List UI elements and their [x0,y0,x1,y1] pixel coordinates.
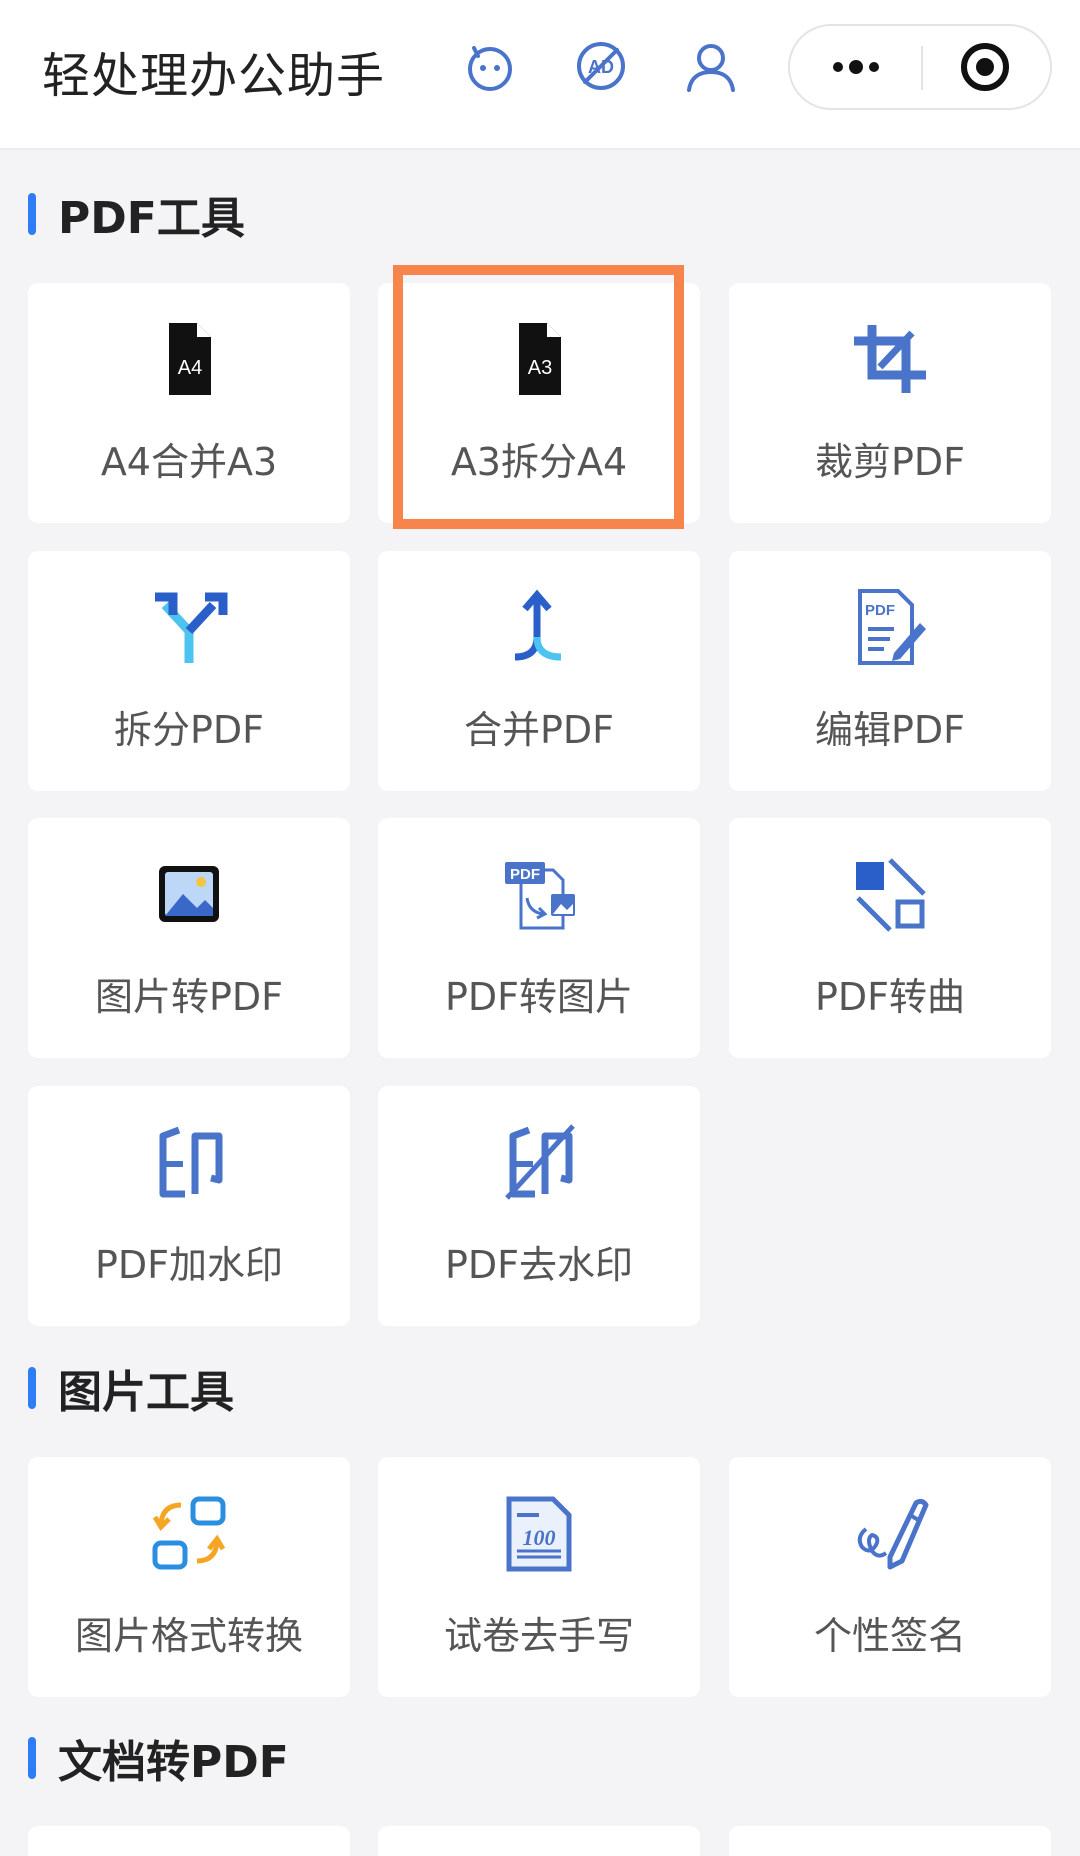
close-button[interactable] [923,26,1052,108]
tool-label: 图片转PDF [94,975,284,1019]
mini-program-capsule [788,24,1052,110]
tool-card-pdf-to-image[interactable]: PDF PDF转图片 [378,818,700,1058]
svg-text:100: 100 [523,1525,556,1550]
watermark-remove-icon [505,1124,575,1200]
tool-label: A4合并A3 [100,440,278,484]
bot-icon[interactable] [460,36,520,96]
tool-card-a4-merge-a3[interactable]: A4 A4合并A3 [28,283,350,523]
section-title-text: 文档转PDF [58,1737,289,1788]
tool-label: PDF去水印 [444,1243,634,1287]
tool-label: 拆分PDF [113,708,265,752]
tool-card-exam-remove-handwriting[interactable]: 100 试卷去手写 [378,1457,700,1697]
more-button[interactable] [790,26,921,108]
app-title: 轻处理办公助手 [42,48,386,104]
svg-text:PDF: PDF [865,602,895,619]
target-circle-icon [961,43,1009,91]
section-title-text: 图片工具 [58,1367,234,1418]
user-icon[interactable] [681,36,741,96]
image-icon [159,866,219,922]
pdf-edit-icon: PDF [858,589,926,665]
section-accent-bar [28,193,36,235]
merge-arrows-icon [514,589,562,661]
tool-card-image-to-pdf[interactable]: 图片转PDF [28,818,350,1058]
signature-pen-icon [857,1498,929,1570]
tool-card-add-watermark[interactable]: PDF加水印 [28,1086,350,1326]
tool-card-a3-split-a4[interactable]: A3 A3拆分A4 [378,283,700,523]
tool-card-crop-pdf[interactable]: 裁剪PDF [729,283,1051,523]
more-dots-icon [833,60,879,74]
tool-label: 图片格式转换 [74,1614,303,1658]
crop-icon [854,325,926,393]
section-title-text: PDF工具 [58,193,245,244]
svg-text:A4: A4 [178,357,202,379]
tool-label: 编辑PDF [814,708,966,752]
section-title-doc-to-pdf: 文档转PDF [28,1730,289,1788]
section-accent-bar [28,1737,36,1779]
tool-card-remove-watermark[interactable]: PDF去水印 [378,1086,700,1326]
tool-card-partial[interactable] [378,1826,700,1856]
tool-label: 个性签名 [813,1614,966,1658]
tool-label: PDF加水印 [94,1243,284,1287]
no-ads-icon[interactable]: AD [571,36,631,96]
shape-convert-icon [856,858,926,932]
top-nav-bar: 轻处理办公助手 AD [0,0,1080,150]
tool-card-edit-pdf[interactable]: PDF 编辑PDF [729,551,1051,791]
doc-a3-icon: A3 [519,323,561,395]
watermark-add-icon [159,1126,223,1198]
tool-card-split-pdf[interactable]: 拆分PDF [28,551,350,791]
tool-card-merge-pdf[interactable]: 合并PDF [378,551,700,791]
tool-card-image-format-convert[interactable]: 图片格式转换 [28,1457,350,1697]
doc-a4-icon: A4 [169,323,211,395]
section-title-pdf-tools: PDF工具 [28,186,245,244]
tool-label: 试卷去手写 [443,1614,634,1658]
tool-card-signature[interactable]: 个性签名 [729,1457,1051,1697]
svg-text:A3: A3 [528,357,552,379]
svg-text:PDF: PDF [510,866,540,883]
tool-card-partial[interactable] [729,1826,1051,1856]
tool-card-pdf-outline[interactable]: PDF转曲 [729,818,1051,1058]
tool-label: A3拆分A4 [450,440,628,484]
tool-label: 合并PDF [463,708,615,752]
exam-paper-icon: 100 [506,1496,572,1572]
pdf-to-image-icon: PDF [505,862,575,930]
tool-card-partial[interactable] [28,1826,350,1856]
tool-label: 裁剪PDF [814,440,966,484]
tool-label: PDF转曲 [814,975,966,1019]
tool-label: PDF转图片 [444,975,634,1019]
split-arrows-icon [155,592,228,663]
section-title-image-tools: 图片工具 [28,1360,234,1418]
section-accent-bar [28,1367,36,1409]
format-convert-icon [152,1496,226,1570]
